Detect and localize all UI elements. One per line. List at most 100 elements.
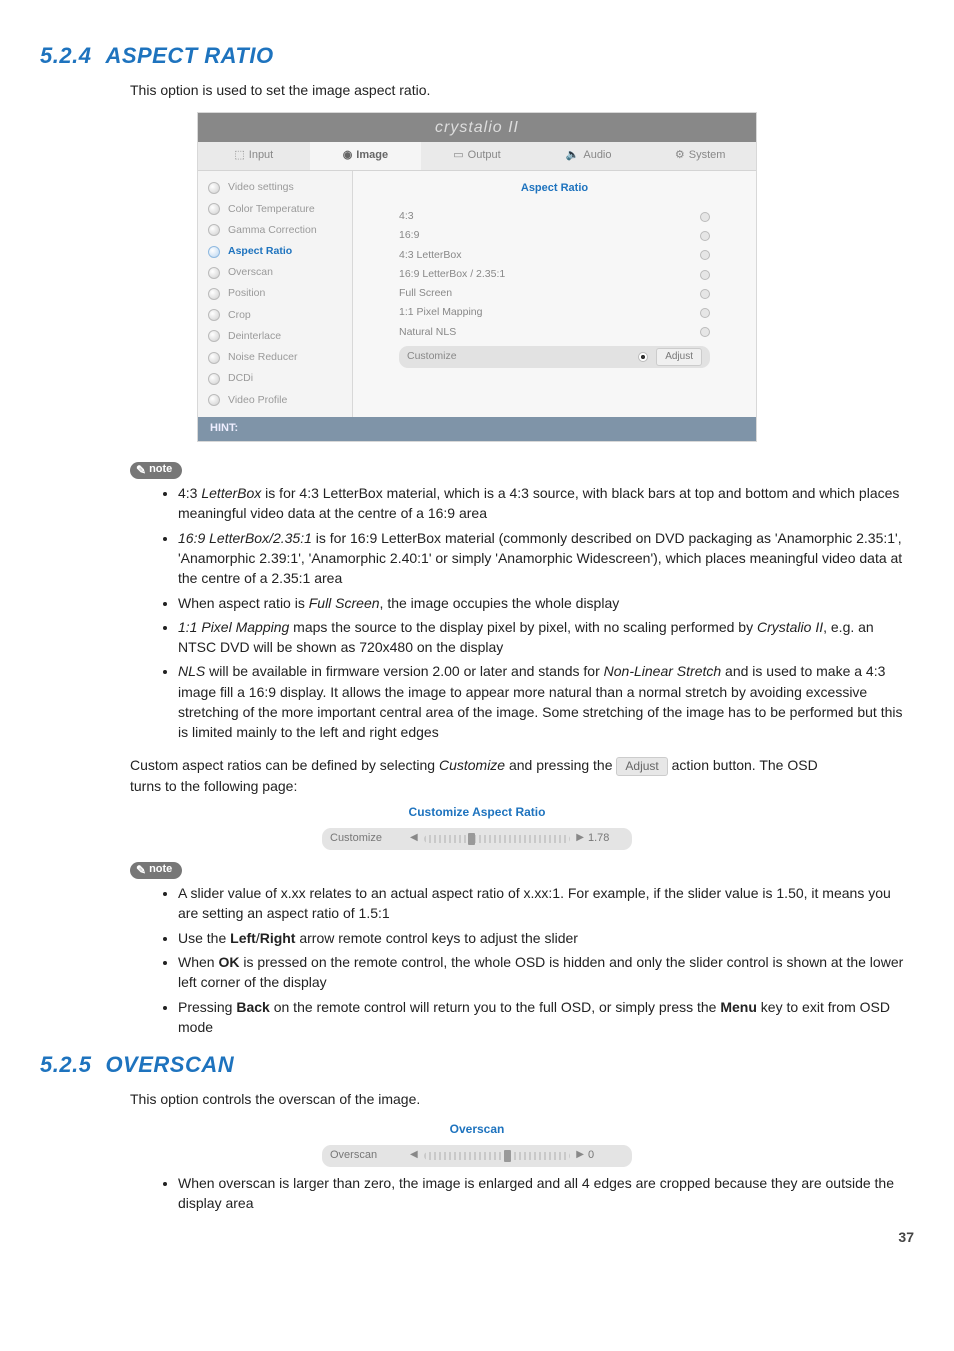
arrow-right-icon: ▶ bbox=[576, 1148, 584, 1163]
hint-bar: HINT: bbox=[198, 417, 756, 441]
radio-icon bbox=[700, 327, 710, 337]
note-item: Pressing Back on the remote control will… bbox=[178, 997, 914, 1038]
bullet-icon bbox=[208, 288, 220, 300]
overscan-intro: This option controls the overscan of the… bbox=[130, 1089, 914, 1109]
sidebar-item-dcdi[interactable]: DCDi bbox=[198, 368, 352, 389]
mini-title: Overscan bbox=[297, 1121, 657, 1138]
tab-audio[interactable]: 🔈Audio bbox=[533, 142, 645, 170]
note-item: Use the Left/Right arrow remote control … bbox=[178, 928, 914, 948]
bullet-icon bbox=[208, 267, 220, 279]
pencil-icon: ✎ bbox=[136, 462, 146, 479]
radio-icon bbox=[700, 270, 710, 280]
section-number: 5.2.5 bbox=[40, 1052, 91, 1077]
bullet-icon bbox=[208, 373, 220, 385]
radio-icon-selected bbox=[638, 352, 648, 362]
sidebar-item-aspect-ratio[interactable]: Aspect Ratio bbox=[198, 241, 352, 262]
slider-label: Overscan bbox=[330, 1148, 410, 1164]
section-number: 5.2.4 bbox=[40, 43, 91, 68]
note-item: When OK is pressed on the remote control… bbox=[178, 952, 914, 993]
note-badge: ✎note bbox=[130, 862, 182, 879]
notes-list-3: When overscan is larger than zero, the i… bbox=[160, 1173, 914, 1214]
tab-bar: ⬚Input ◉Image ▭Output 🔈Audio ⚙System bbox=[198, 142, 756, 171]
option-16-9[interactable]: 16:9 bbox=[399, 226, 710, 245]
bullet-icon bbox=[208, 352, 220, 364]
option-customize[interactable]: Customize Adjust bbox=[399, 346, 710, 369]
section-title: ASPECT RATIO bbox=[105, 43, 273, 68]
page-number: 37 bbox=[40, 1227, 914, 1247]
radio-icon bbox=[700, 289, 710, 299]
note-item: 1:1 Pixel Mapping maps the source to the… bbox=[178, 617, 914, 658]
slider-thumb[interactable] bbox=[504, 1150, 511, 1162]
sidebar-item-color-temperature[interactable]: Color Temperature bbox=[198, 199, 352, 220]
radio-icon bbox=[700, 308, 710, 318]
osd-logo: crystalio II bbox=[198, 113, 756, 142]
customize-slider[interactable]: Customize ◀ ▶ 1.78 bbox=[322, 828, 632, 850]
slider-track[interactable] bbox=[424, 835, 571, 843]
sidebar-item-video-profile[interactable]: Video Profile bbox=[198, 390, 352, 411]
radio-icon bbox=[700, 212, 710, 222]
section-title: OVERSCAN bbox=[105, 1052, 234, 1077]
sidebar-item-gamma-correction[interactable]: Gamma Correction bbox=[198, 220, 352, 241]
option-4-3[interactable]: 4:3 bbox=[399, 207, 710, 226]
arrow-right-icon: ▶ bbox=[576, 831, 584, 846]
arrow-left-icon: ◀ bbox=[410, 831, 418, 846]
sidebar-item-crop[interactable]: Crop bbox=[198, 305, 352, 326]
radio-icon bbox=[700, 250, 710, 260]
bullet-icon bbox=[208, 330, 220, 342]
overscan-mini-screenshot: Overscan Overscan ◀ ▶ 0 bbox=[297, 1121, 657, 1166]
osd-panel: Aspect Ratio 4:3 16:9 4:3 LetterBox 16:9… bbox=[353, 171, 756, 416]
note-item: 16:9 LetterBox/2.35:1 is for 16:9 Letter… bbox=[178, 528, 914, 589]
tab-image[interactable]: ◉Image bbox=[310, 142, 422, 170]
input-icon: ⬚ bbox=[234, 149, 244, 161]
adjust-button[interactable]: Adjust bbox=[656, 348, 702, 367]
bullet-icon bbox=[208, 203, 220, 215]
aspect-intro: This option is used to set the image asp… bbox=[130, 80, 914, 100]
panel-title: Aspect Ratio bbox=[371, 181, 738, 197]
slider-label: Customize bbox=[330, 831, 410, 847]
tab-output[interactable]: ▭Output bbox=[421, 142, 533, 170]
mini-title: Customize Aspect Ratio bbox=[297, 804, 657, 821]
output-icon: ▭ bbox=[453, 149, 463, 161]
bullet-icon bbox=[208, 309, 220, 321]
bullet-icon bbox=[208, 394, 220, 406]
note-item: When overscan is larger than zero, the i… bbox=[178, 1173, 914, 1214]
tab-input[interactable]: ⬚Input bbox=[198, 142, 310, 170]
custom-paragraph: Custom aspect ratios can be defined by s… bbox=[130, 755, 824, 797]
bullet-icon bbox=[208, 182, 220, 194]
notes-list-1: 4:3 LetterBox is for 4:3 LetterBox mater… bbox=[160, 483, 914, 743]
note-item: 4:3 LetterBox is for 4:3 LetterBox mater… bbox=[178, 483, 914, 524]
section-heading-overscan: 5.2.5 OVERSCAN bbox=[40, 1049, 914, 1081]
option-16-9-letterbox[interactable]: 16:9 LetterBox / 2.35:1 bbox=[399, 265, 710, 284]
arrow-left-icon: ◀ bbox=[410, 1148, 418, 1163]
overscan-slider[interactable]: Overscan ◀ ▶ 0 bbox=[322, 1145, 632, 1167]
sidebar-item-overscan[interactable]: Overscan bbox=[198, 262, 352, 283]
bullet-icon bbox=[208, 224, 220, 236]
option-full-screen[interactable]: Full Screen bbox=[399, 284, 710, 303]
sidebar-item-noise-reducer[interactable]: Noise Reducer bbox=[198, 347, 352, 368]
note-item: NLS will be available in firmware versio… bbox=[178, 661, 914, 742]
bullet-icon bbox=[208, 246, 220, 258]
radio-icon bbox=[700, 231, 710, 241]
gear-icon: ⚙ bbox=[675, 149, 685, 161]
osd-screenshot: crystalio II ⬚Input ◉Image ▭Output 🔈Audi… bbox=[197, 112, 757, 441]
notes-list-2: A slider value of x.xx relates to an act… bbox=[160, 883, 914, 1037]
option-4-3-letterbox[interactable]: 4:3 LetterBox bbox=[399, 246, 710, 265]
note-badge: ✎note bbox=[130, 462, 182, 479]
option-pixel-mapping[interactable]: 1:1 Pixel Mapping bbox=[399, 303, 710, 322]
adjust-inline-button: Adjust bbox=[616, 757, 667, 776]
section-heading-aspect-ratio: 5.2.4 ASPECT RATIO bbox=[40, 40, 914, 72]
note-item: A slider value of x.xx relates to an act… bbox=[178, 883, 914, 924]
sidebar-item-video-settings[interactable]: Video settings bbox=[198, 177, 352, 198]
eye-icon: ◉ bbox=[343, 149, 353, 161]
sidebar-item-deinterlace[interactable]: Deinterlace bbox=[198, 326, 352, 347]
sidebar-item-position[interactable]: Position bbox=[198, 283, 352, 304]
tab-system[interactable]: ⚙System bbox=[644, 142, 756, 170]
slider-thumb[interactable] bbox=[468, 833, 475, 845]
speaker-icon: 🔈 bbox=[566, 149, 580, 161]
osd-sidebar: Video settings Color Temperature Gamma C… bbox=[198, 171, 353, 416]
slider-track[interactable] bbox=[424, 1152, 571, 1160]
pencil-icon: ✎ bbox=[136, 862, 146, 879]
note-item: When aspect ratio is Full Screen, the im… bbox=[178, 593, 914, 613]
slider-value: 1.78 bbox=[588, 831, 624, 847]
option-natural-nls[interactable]: Natural NLS bbox=[399, 323, 710, 342]
